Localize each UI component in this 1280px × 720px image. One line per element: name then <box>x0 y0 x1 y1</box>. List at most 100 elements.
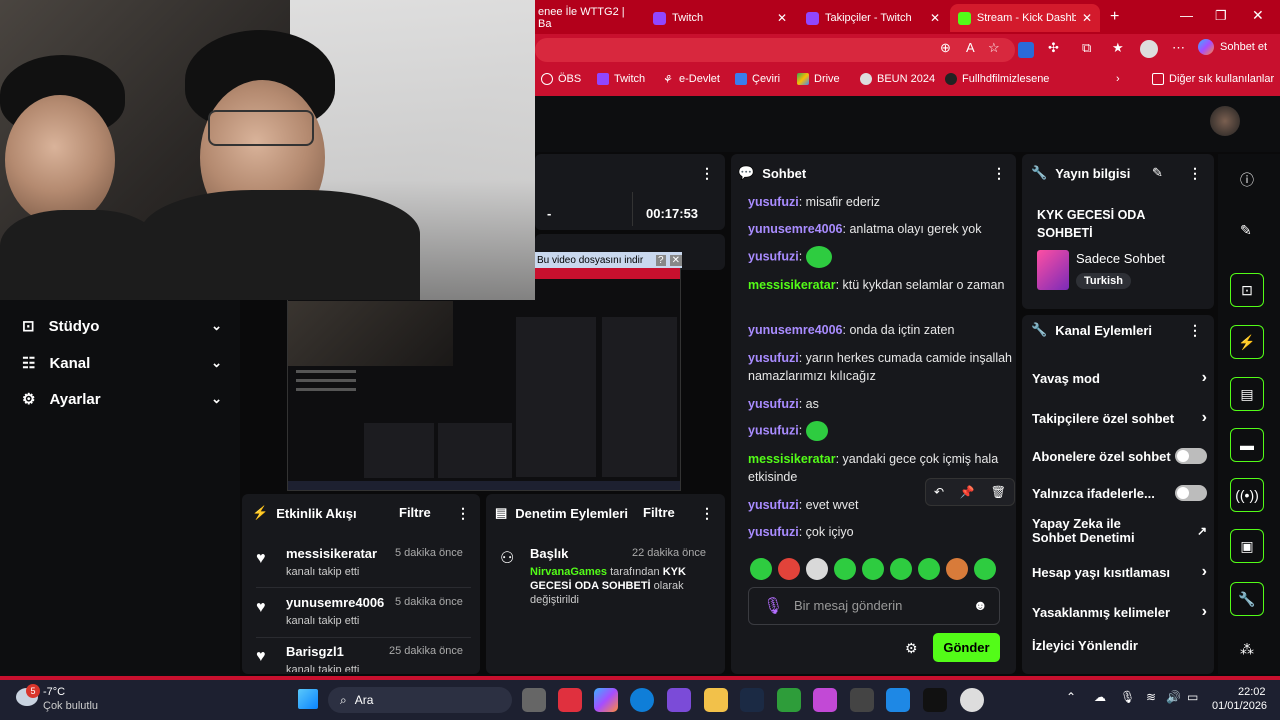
chat-username[interactable]: yusufuzi <box>748 249 799 263</box>
epic-games-icon[interactable] <box>923 688 947 712</box>
stream-info-menu-icon[interactable]: ⋮ <box>1188 165 1202 182</box>
tab-kick-dashboard[interactable]: Stream - Kick Dashboar ✕ <box>950 4 1100 32</box>
microphone-icon[interactable]: 🎙 <box>1120 690 1135 704</box>
rail-lightning-button[interactable]: ⚡ <box>1230 325 1264 359</box>
toggle-switch[interactable] <box>1175 448 1207 464</box>
chat-username[interactable]: messisikeratar <box>748 452 836 466</box>
steam-icon[interactable] <box>740 688 764 712</box>
emoji-icon[interactable]: ☻ <box>973 597 988 613</box>
chat-username[interactable]: yusufuzi <box>748 423 799 437</box>
new-tab-icon[interactable]: + <box>1110 8 1119 26</box>
stream-category[interactable]: Sadece Sohbet <box>1076 251 1165 266</box>
chat-message[interactable]: yusufuzi: çok içiyo <box>748 523 1018 541</box>
undo-icon[interactable]: ↶ <box>934 485 944 499</box>
activity-user[interactable]: yunusemre4006 <box>286 595 384 610</box>
category-thumbnail[interactable] <box>1037 250 1069 290</box>
chat-menu-icon[interactable]: ⋮ <box>992 165 1006 182</box>
copilot-icon[interactable] <box>594 688 618 712</box>
close-icon[interactable]: ✕ <box>930 11 940 25</box>
chat-username[interactable]: messisikeratar <box>748 278 836 292</box>
close-icon[interactable]: ✕ <box>1082 11 1092 25</box>
unity-icon[interactable] <box>850 688 874 712</box>
edit-icon[interactable]: ✎ <box>1152 165 1163 181</box>
trash-icon[interactable]: 🗑 <box>991 485 1006 499</box>
emote-icon[interactable] <box>862 558 884 580</box>
emote-icon[interactable] <box>834 558 856 580</box>
zoom-icon[interactable]: ⊕ <box>940 40 951 56</box>
chat-username[interactable]: yusufuzi <box>748 195 799 209</box>
moderation-actor[interactable]: NirvanaGames <box>530 566 607 578</box>
activity-user[interactable]: messisikeratar <box>286 546 377 561</box>
tray-overflow-icon[interactable]: ⌃ <box>1066 690 1076 704</box>
rail-studio-button[interactable]: ⊡ <box>1230 273 1264 307</box>
task-view-icon[interactable] <box>522 688 546 712</box>
action-yasaklanmis-kelimeler[interactable]: Yasaklanmış kelimeler › <box>1032 603 1207 621</box>
tab-takipciler[interactable]: Takipçiler - Twitch ✕ <box>798 4 948 32</box>
chat-message[interactable]: yunusemre4006: onda da içtin zaten <box>748 321 1018 339</box>
chat-message[interactable]: messisikeratar: ktü kykdan selamlar o za… <box>748 276 1018 294</box>
copilot-button[interactable]: Sohbet et <box>1198 39 1267 55</box>
bookmark-edevlet[interactable]: ⚘ e-Devlet <box>662 73 720 86</box>
bookmark-beun[interactable]: BEUN 2024 <box>860 73 935 85</box>
channel-actions-menu-icon[interactable]: ⋮ <box>1188 322 1202 339</box>
activity-menu-icon[interactable]: ⋮ <box>456 505 470 522</box>
favorites-icon[interactable]: ★ <box>1112 40 1124 56</box>
action-abonelere-ozel[interactable]: Abonelere özel sohbet <box>1032 448 1207 464</box>
more-icon[interactable]: ⋯ <box>1172 40 1185 56</box>
rail-broadcast-button[interactable]: ((•)) <box>1230 478 1264 512</box>
chat-message[interactable]: yusufuzi: yarın herkes cumada camide inş… <box>748 349 1018 385</box>
action-hesap-yasi[interactable]: Hesap yaşı kısıtlaması › <box>1032 563 1207 581</box>
profile-avatar[interactable] <box>1140 40 1158 58</box>
action-izleyici-yonlendir[interactable]: İzleyici Yönlendir <box>1032 638 1207 653</box>
chat-input-placeholder[interactable]: Bir mesaj gönderin <box>794 598 902 613</box>
apps-icon[interactable]: ⁂ <box>1240 641 1254 658</box>
minimize-icon[interactable]: — <box>1180 8 1193 23</box>
bookmark-obs[interactable]: ÖBS <box>541 73 581 85</box>
extension-icon[interactable] <box>1018 42 1034 58</box>
emote-icon[interactable] <box>750 558 772 580</box>
sidebar-item-kanal[interactable]: ☷ Kanal ⌄ <box>22 348 222 378</box>
chat-username[interactable]: yusufuzi <box>748 525 799 539</box>
pencil-icon[interactable]: ✎ <box>1240 222 1252 239</box>
stream-panel-menu-icon[interactable]: ⋮ <box>700 165 714 182</box>
rail-wrench-button[interactable]: 🔧 <box>1230 582 1264 616</box>
chat-username[interactable]: yusufuzi <box>748 351 799 365</box>
action-yapay-zeka[interactable]: Yapay Zeka ile Sohbet Denetimi ↗ <box>1032 517 1207 545</box>
emote-icon[interactable] <box>778 558 800 580</box>
clock-time[interactable]: 22:02 <box>1238 686 1266 698</box>
pin-icon[interactable]: 📌 <box>960 485 975 499</box>
sidebar-item-studyo[interactable]: ⊡ Stüdyo ⌄ <box>22 311 222 341</box>
activity-filter-button[interactable]: Filtre <box>399 505 431 520</box>
chat-message[interactable]: yusufuzi: <box>748 246 1018 268</box>
help-icon[interactable]: ? <box>656 254 666 266</box>
split-screen-icon[interactable]: ⧉ <box>1082 40 1091 56</box>
xbox-icon[interactable] <box>777 688 801 712</box>
edge-icon[interactable] <box>630 688 654 712</box>
chat-username[interactable]: yusufuzi <box>748 498 799 512</box>
read-aloud-icon[interactable]: A <box>966 40 975 55</box>
rail-chat-button[interactable]: ▬ <box>1230 428 1264 462</box>
moderation-filter-button[interactable]: Filtre <box>643 505 675 520</box>
clock-date[interactable]: 01/01/2026 <box>1212 700 1267 712</box>
moderation-menu-icon[interactable]: ⋮ <box>700 505 714 522</box>
emote-icon[interactable] <box>974 558 996 580</box>
windows-start-icon[interactable] <box>298 689 318 709</box>
action-takipcilere-ozel[interactable]: Takipçilere özel sohbet › <box>1032 409 1207 427</box>
chat-message[interactable]: yusufuzi: as <box>748 395 1018 413</box>
favorite-star-icon[interactable]: ☆ <box>988 40 1000 56</box>
tab-wttg[interactable]: enee İle WTTG2 | Ba <box>530 4 645 32</box>
send-button[interactable]: Gönder <box>933 633 1000 662</box>
m365-icon[interactable] <box>813 688 837 712</box>
window-close-icon[interactable]: ✕ <box>1252 7 1264 24</box>
chat-message[interactable]: yusufuzi: misafir ederiz <box>748 193 1018 211</box>
rail-document-button[interactable]: ▤ <box>1230 377 1264 411</box>
taskbar-search[interactable]: ⌕ Ara <box>328 687 512 713</box>
toggle-switch[interactable] <box>1175 485 1207 501</box>
action-yalnizca-ifadeler[interactable]: Yalnızca ifadelerle... <box>1032 485 1207 501</box>
bookmark-twitch[interactable]: Twitch <box>597 73 645 85</box>
emote-icon[interactable] <box>946 558 968 580</box>
bookmarks-overflow-icon[interactable]: › <box>1116 73 1120 85</box>
activity-user[interactable]: Barisgzl1 <box>286 644 344 659</box>
youtube-icon[interactable] <box>558 688 582 712</box>
info-icon[interactable]: ⓘ <box>1240 170 1254 190</box>
